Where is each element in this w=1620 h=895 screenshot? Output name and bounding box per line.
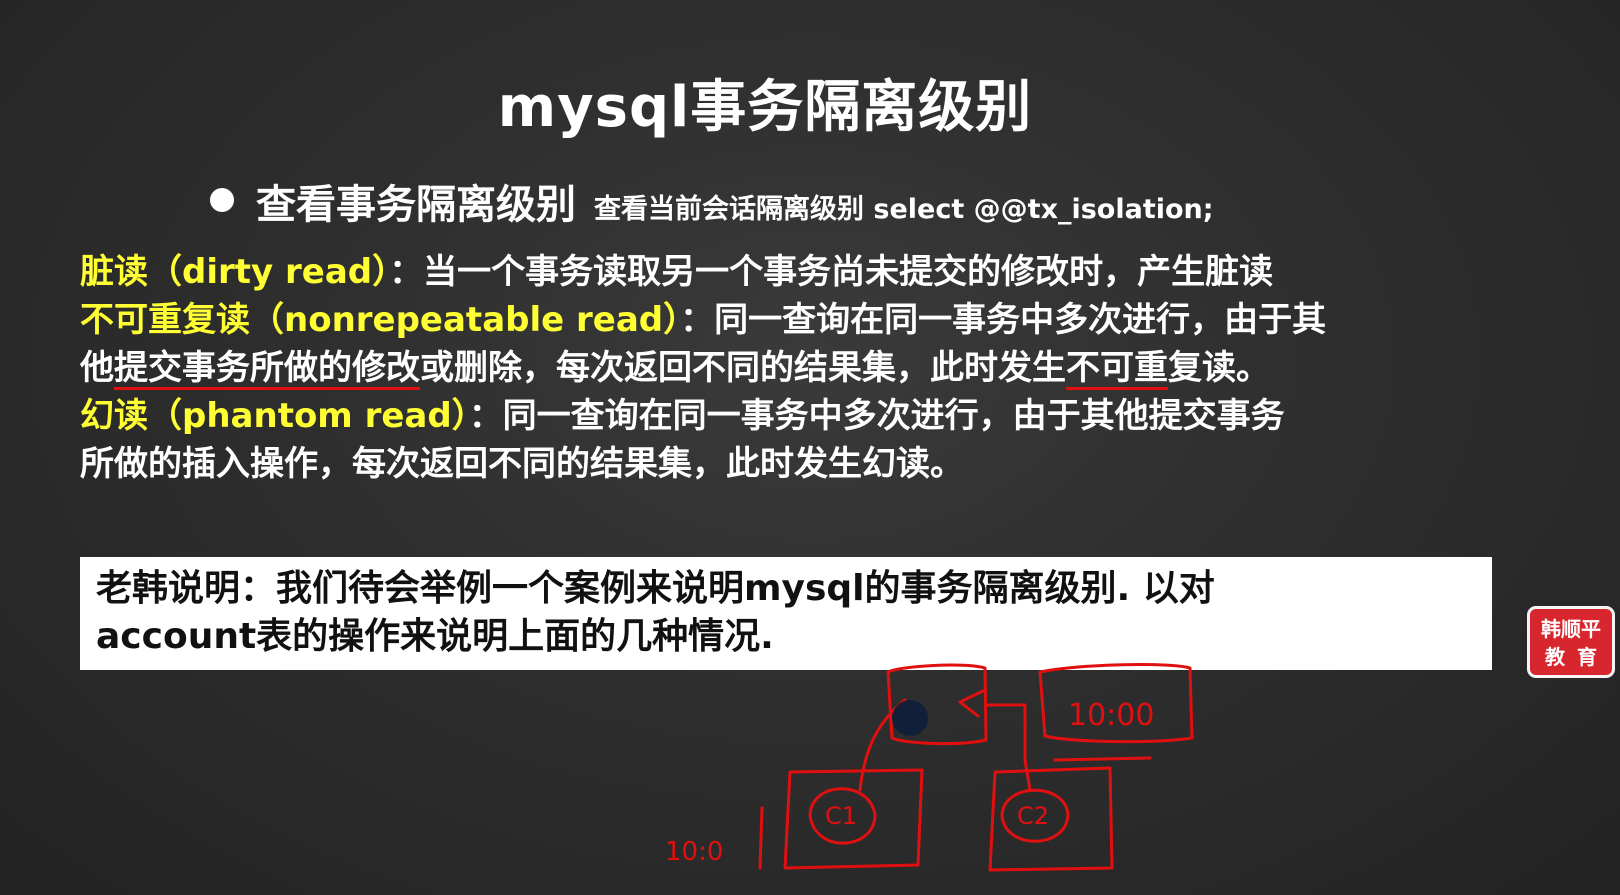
nonrepeatable-text-c: 或删除，每次返回不同的结果集，此时发生 <box>420 348 1066 388</box>
left-tick <box>758 806 764 870</box>
phantom-read-line-2: 所做的插入操作，每次返回不同的结果集，此时发生幻读。 <box>80 444 964 484</box>
client2-circle <box>1000 788 1070 843</box>
nonrepeatable-read-line-2: 他提交事务所做的修改或删除，每次返回不同的结果集，此时发生不可重复读。 <box>80 344 1560 392</box>
dirty-read-term: 脏读（dirty read） <box>80 252 390 292</box>
bullet-subtext: 查看当前会话隔离级别 select @@tx_isolation; <box>594 194 1214 225</box>
note-box: 老韩说明：我们待会举例一个案例来说明mysql的事务隔离级别. 以对 accou… <box>80 557 1492 670</box>
client2-label: C2 <box>1017 802 1049 830</box>
nonrepeatable-text-underlined-2: 不可重 <box>1066 348 1168 388</box>
cursor-dot <box>892 700 928 736</box>
nonrepeatable-read-line: 不可重复读（nonrepeatable read）：同一查询在同一事务中多次进行… <box>80 296 1560 344</box>
nonrepeatable-read-desc: ：同一查询在同一事务中多次进行，由于其 <box>680 300 1327 340</box>
connector <box>984 703 1027 762</box>
bullet-heading: 查看事务隔离级别 <box>256 182 576 228</box>
nonrepeatable-text-e: 复读。 <box>1168 348 1270 388</box>
note-line-1: 老韩说明：我们待会举例一个案例来说明mysql的事务隔离级别. 以对 <box>96 568 1215 609</box>
box-label: 10:00 <box>1068 698 1154 733</box>
logo-line-2: 教育 <box>1545 645 1609 669</box>
dirty-read-line: 脏读（dirty read）：当一个事务读取另一个事务尚未提交的修改时，产生脏读 <box>80 248 1560 296</box>
phantom-read-term: 幻读（phantom read） <box>80 396 469 436</box>
dirty-read-desc: ：当一个事务读取另一个事务尚未提交的修改时，产生脏读 <box>389 252 1274 292</box>
left-label: 10:0 <box>665 837 723 867</box>
bullet-row: 查看事务隔离级别 查看当前会话隔离级别 select @@tx_isolatio… <box>210 172 1214 230</box>
client1-circle <box>808 787 877 845</box>
db-box-left <box>886 663 988 746</box>
note-line-2: account表的操作来说明上面的几种情况. <box>96 616 774 657</box>
slide-title: mysql事务隔离级别 <box>497 75 1033 140</box>
client-line <box>858 698 907 792</box>
db-arrow <box>958 688 987 718</box>
client2-box <box>988 766 1114 872</box>
client1-label: C1 <box>825 802 857 830</box>
nonrepeatable-read-term: 不可重复读（nonrepeatable read） <box>80 300 681 340</box>
underline-mark <box>1053 756 1152 762</box>
nonrepeatable-text-a: 他 <box>80 348 114 388</box>
brand-logo: 韩顺平 教育 <box>1527 606 1615 678</box>
client2-link <box>1023 758 1032 792</box>
client1-box <box>783 768 924 870</box>
phantom-read-line: 幻读（phantom read）：同一查询在同一事务中多次进行，由于其他提交事务 <box>80 392 1560 440</box>
definitions-block: 脏读（dirty read）：当一个事务读取另一个事务尚未提交的修改时，产生脏读… <box>80 248 1560 488</box>
db-box-right <box>1038 663 1194 744</box>
phantom-read-desc: ：同一查询在同一事务中多次进行，由于其他提交事务 <box>468 396 1285 436</box>
nonrepeatable-text-underlined-1: 提交事务所做的修改 <box>114 348 420 388</box>
logo-line-1: 韩顺平 <box>1541 617 1601 641</box>
bullet-dot-icon <box>210 188 234 212</box>
